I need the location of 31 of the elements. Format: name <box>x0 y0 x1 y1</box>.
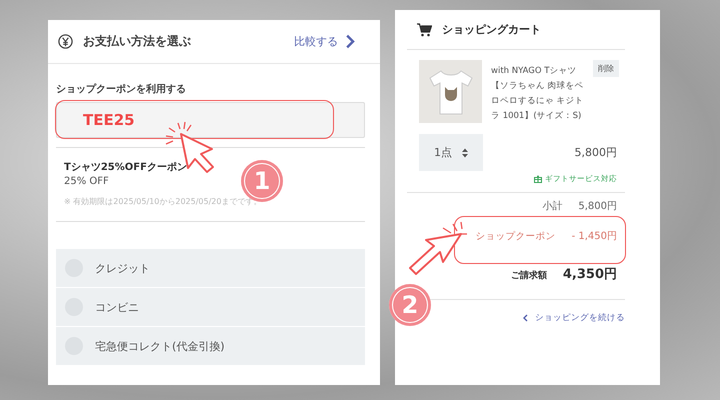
yen-icon <box>58 34 73 49</box>
coupon-code-field[interactable]: TEE25 <box>56 102 365 138</box>
payment-method-option[interactable]: コンビニ <box>56 288 365 326</box>
payment-method-label: クレジット <box>95 260 150 276</box>
continue-shopping-link[interactable]: ショッピングを続ける <box>523 312 625 324</box>
total-label: ご請求額 <box>510 269 547 282</box>
payment-method-label: 宅急便コレクト(代金引換) <box>95 338 225 354</box>
gift-icon <box>534 175 542 183</box>
payment-method-label: コンビニ <box>95 300 139 314</box>
total-amount: 4,350円 <box>562 266 617 283</box>
item-price: 5,800円 <box>574 145 618 160</box>
coupon-validity-note: ※ 有効期限は2025/05/10から2025/05/20までです。 <box>64 196 262 207</box>
coupon-label: ショップクーポンを利用する <box>56 82 187 96</box>
shopping-cart-icon <box>417 22 432 36</box>
chevron-left-icon <box>523 314 528 322</box>
quantity-select[interactable]: 1点 <box>419 134 483 171</box>
subtotal-value: 5,800円 <box>578 200 617 213</box>
coupon-discount-amount: - 1,450円 <box>572 230 617 243</box>
delete-button[interactable]: 削除 <box>593 60 619 77</box>
coupon-discount: 25% OFF <box>64 176 109 187</box>
payment-method-option[interactable]: クレジット <box>56 249 365 287</box>
coupon-name: Tシャツ25%OFFクーポン <box>64 161 187 174</box>
product-name: with NYAGO Tシャツ【ソラちゃん 肉球をペロペロするにゃ キジトラ 1001】(サイズ：S) <box>491 65 585 123</box>
stepper-icon <box>462 148 468 158</box>
section-title: お支払い方法を選ぶ <box>83 33 192 50</box>
compare-link[interactable]: 比較する <box>294 34 368 49</box>
coupon-discount-label: ショップクーポン <box>476 230 556 243</box>
t-shirt-drawing <box>428 68 472 114</box>
subtotal-label: 小計 <box>542 200 562 213</box>
cart-title: ショッピングカート <box>442 22 541 37</box>
payment-method-option[interactable]: 宅急便コレクト(代金引換) <box>56 327 365 365</box>
